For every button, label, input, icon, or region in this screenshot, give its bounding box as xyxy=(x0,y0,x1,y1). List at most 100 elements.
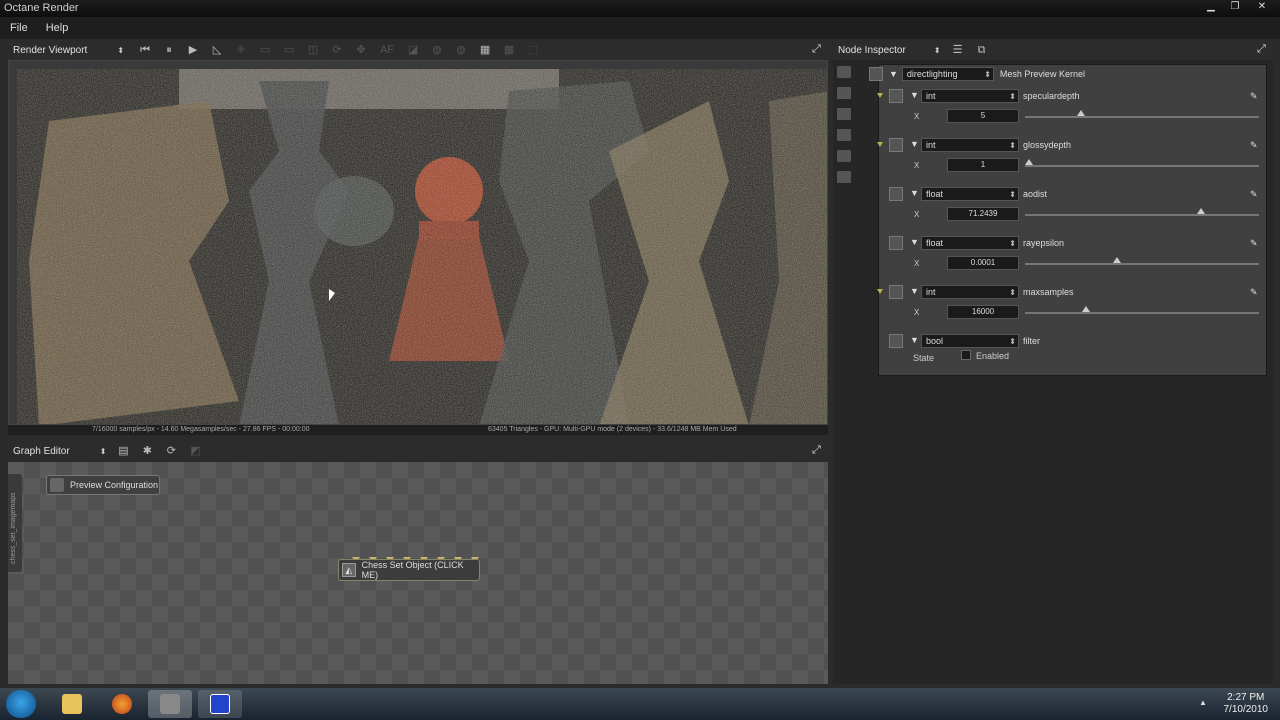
edit-icon[interactable]: ✎ xyxy=(1250,139,1262,151)
side-tab[interactable]: chess_set_imagemaps xyxy=(8,474,22,572)
octane-taskbar-button[interactable] xyxy=(148,690,192,718)
explorer-taskbar-button[interactable] xyxy=(50,690,94,718)
bool-param-icon xyxy=(889,334,903,348)
param-value-input[interactable]: 16000 xyxy=(947,305,1019,319)
updown-icon[interactable]: ⬍ xyxy=(934,46,941,55)
param-name: maxsamples xyxy=(1023,287,1074,297)
tool-icon-8[interactable]: ⬚ xyxy=(526,43,540,57)
updown-icon[interactable]: ⬍ xyxy=(117,46,124,55)
play-icon[interactable]: ▶ xyxy=(186,43,200,57)
tool-icon-2[interactable]: ▭ xyxy=(282,43,296,57)
rendered-chess-scene xyxy=(9,61,827,424)
close-button[interactable]: ✕ xyxy=(1248,0,1276,15)
imager-icon[interactable] xyxy=(837,150,851,162)
edit-icon[interactable]: ✎ xyxy=(1250,188,1262,200)
menu-file[interactable]: File xyxy=(10,22,28,34)
chess-set-object-node[interactable]: ◭ Chess Set Object (CLICK ME) xyxy=(338,559,480,581)
param-slider[interactable] xyxy=(1025,208,1259,216)
collapse-triangle-icon[interactable]: ▼ xyxy=(910,286,919,296)
enabled-checkbox[interactable] xyxy=(961,350,971,360)
collapse-triangle-icon[interactable]: ▼ xyxy=(910,335,919,345)
focus-picker-icon[interactable]: ⁜ xyxy=(234,43,248,57)
viewport-ruler-left xyxy=(9,61,17,424)
param-slider[interactable] xyxy=(1025,306,1259,314)
tool-icon-4[interactable]: ◪ xyxy=(406,43,420,57)
edit-icon[interactable]: ✎ xyxy=(1250,237,1262,249)
kernel-icon[interactable] xyxy=(837,108,851,120)
render-viewport[interactable] xyxy=(8,60,828,425)
param-slider[interactable] xyxy=(1025,159,1259,167)
maximize-inspector-icon[interactable]: ⤢ xyxy=(1257,43,1269,55)
tool-icon-7[interactable]: ▦ xyxy=(502,43,516,57)
maximize-graph-icon[interactable]: ⤢ xyxy=(812,444,824,456)
refresh-icon[interactable]: ⟳ xyxy=(330,43,344,57)
tool-icon-1[interactable]: ▭ xyxy=(258,43,272,57)
clear-graph-icon[interactable]: ✱ xyxy=(140,444,154,458)
menu-help[interactable]: Help xyxy=(46,22,69,34)
slider-thumb[interactable] xyxy=(1113,257,1122,263)
system-clock[interactable]: 2:27 PM 7/10/2010 xyxy=(1224,692,1269,716)
slider-thumb[interactable] xyxy=(1081,306,1090,312)
maximize-viewport-icon[interactable]: ⤢ xyxy=(812,43,824,55)
render-viewport-dropdown[interactable]: Render Viewport xyxy=(8,45,87,56)
grid-icon[interactable]: ▦ xyxy=(478,43,492,57)
mesh-icon[interactable] xyxy=(837,171,851,183)
param-type-dropdown[interactable]: float ⬍ xyxy=(921,187,1019,201)
tool-icon-3[interactable]: ◫ xyxy=(306,43,320,57)
collapse-triangle-icon[interactable]: ▼ xyxy=(910,188,919,198)
param-type-dropdown[interactable]: float ⬍ xyxy=(921,236,1019,250)
int-param-icon xyxy=(889,89,903,103)
param-value-input[interactable]: 5 xyxy=(947,109,1019,123)
menu-bar: File Help xyxy=(0,17,1280,39)
environment-icon[interactable] xyxy=(837,129,851,141)
settings-icon[interactable] xyxy=(837,87,851,99)
collapse-triangle-icon[interactable]: ▼ xyxy=(910,90,919,100)
tool-icon-6[interactable]: ◍ xyxy=(454,43,468,57)
param-value-input[interactable]: 0.0001 xyxy=(947,256,1019,270)
param-slider[interactable] xyxy=(1025,257,1259,265)
reload-graph-icon[interactable]: ⟳ xyxy=(164,444,178,458)
param-type-dropdown[interactable]: int ⬍ xyxy=(921,285,1019,299)
tool-icon-5[interactable]: ◍ xyxy=(430,43,444,57)
maximize-button[interactable]: ❐ xyxy=(1224,0,1246,15)
slider-thumb[interactable] xyxy=(1025,159,1033,165)
edit-icon[interactable]: ✎ xyxy=(1250,286,1262,298)
start-button[interactable] xyxy=(6,690,36,718)
param-value-input[interactable]: 71.2439 xyxy=(947,207,1019,221)
param-value-input[interactable]: 1 xyxy=(947,158,1019,172)
slider-thumb[interactable] xyxy=(1196,208,1205,214)
param-glossydepth: ▼ int ⬍ glossydepth ✎ X 1 xyxy=(877,136,1266,184)
collapse-triangle-icon[interactable]: ▼ xyxy=(889,69,898,79)
app-taskbar-button[interactable] xyxy=(198,690,242,718)
param-type-dropdown[interactable]: bool ⬍ xyxy=(921,334,1019,348)
expand-icon[interactable]: ⧉ xyxy=(975,43,989,57)
layout-graph-icon[interactable]: ◩ xyxy=(188,444,202,458)
param-type-dropdown[interactable]: int ⬍ xyxy=(921,89,1019,103)
collapse-triangle-icon[interactable]: ▼ xyxy=(910,139,919,149)
slider-thumb[interactable] xyxy=(1076,110,1085,116)
preview-configuration-node[interactable]: Preview Configuration xyxy=(46,475,160,495)
collapse-icon[interactable]: ☰ xyxy=(951,43,965,57)
updown-icon: ⬍ xyxy=(1009,189,1016,199)
camera-icon[interactable] xyxy=(837,66,851,78)
app-icon xyxy=(210,694,230,714)
param-type-dropdown[interactable]: int ⬍ xyxy=(921,138,1019,152)
graph-editor-canvas[interactable]: chess_set_imagemaps Preview Configuratio… xyxy=(8,462,828,684)
rewind-icon[interactable]: ⏮ xyxy=(138,43,152,57)
param-slider[interactable] xyxy=(1025,110,1259,118)
pause-icon[interactable]: ⏸ xyxy=(162,43,176,57)
minimize-button[interactable]: ▁ xyxy=(1200,0,1222,15)
show-hidden-icons-icon[interactable]: ▲ xyxy=(1199,698,1207,707)
move-icon[interactable]: ✥ xyxy=(354,43,368,57)
updown-icon[interactable]: ⬍ xyxy=(100,447,107,456)
af-button[interactable]: AF xyxy=(378,43,396,57)
region-icon[interactable]: ◺ xyxy=(210,43,224,57)
edit-icon[interactable]: ✎ xyxy=(1250,90,1262,102)
clock-time: 2:27 PM xyxy=(1227,692,1265,703)
save-graph-icon[interactable]: ▤ xyxy=(116,444,130,458)
firefox-taskbar-button[interactable] xyxy=(100,690,144,718)
graph-editor-dropdown[interactable]: Graph Editor xyxy=(8,446,70,457)
node-inspector-dropdown[interactable]: Node Inspector xyxy=(833,45,906,56)
collapse-triangle-icon[interactable]: ▼ xyxy=(910,237,919,247)
kernel-type-dropdown[interactable]: directlighting ⬍ xyxy=(901,67,994,81)
